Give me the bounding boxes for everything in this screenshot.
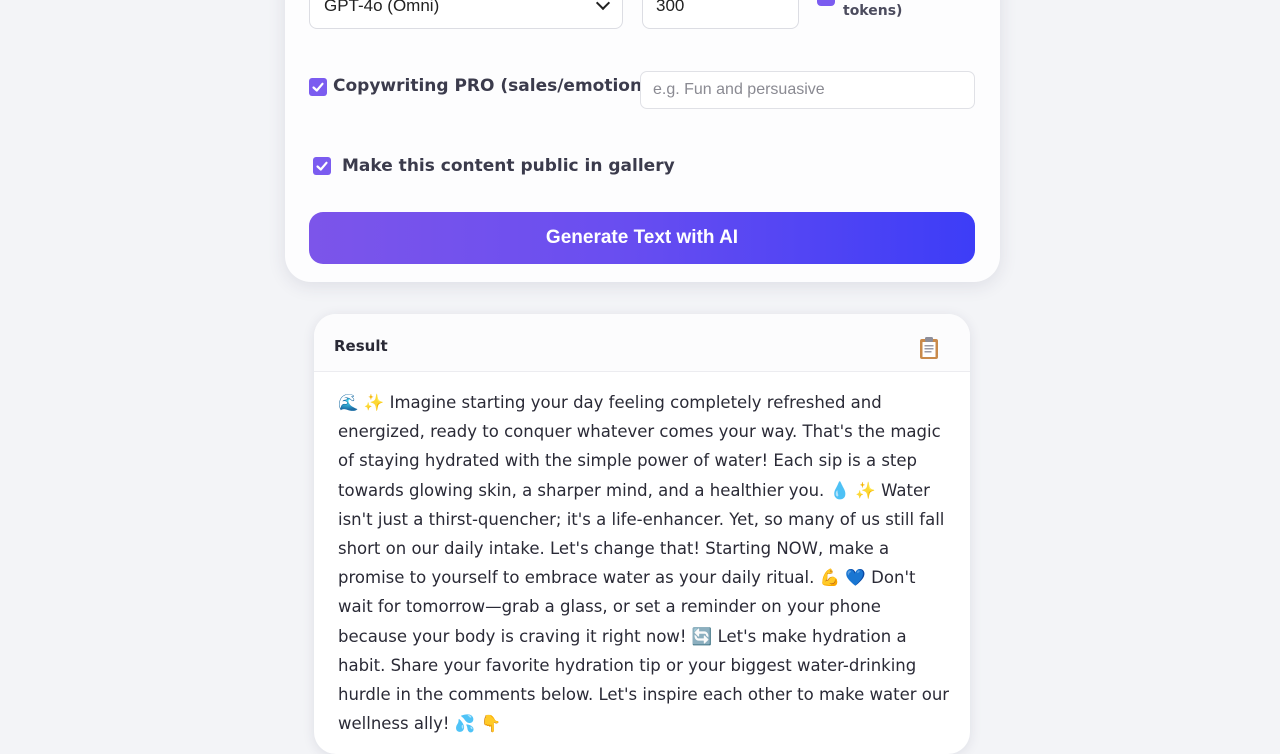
result-card: Result 🌊 ✨ Imagine starting your day fee… (314, 314, 970, 754)
checkmark-icon (316, 161, 328, 171)
copywriting-pro-label: Copywriting PRO (sales/emotional) (333, 76, 668, 96)
max-tokens-value: 300 (656, 0, 685, 15)
limit-tokens-label: (limit to 300 tokens) (843, 3, 903, 19)
result-header: Result (314, 314, 970, 372)
copy-result-button[interactable] (918, 336, 940, 360)
checkmark-icon (312, 82, 324, 92)
result-title: Result (334, 337, 388, 355)
result-text: 🌊 ✨ Imagine starting your day feeling co… (338, 393, 950, 734)
generate-text-button[interactable]: Generate Text with AI (309, 212, 975, 264)
chevron-down-icon (595, 0, 611, 11)
tone-input[interactable] (640, 71, 975, 109)
max-tokens-input[interactable]: 300 (642, 0, 799, 29)
limit-tokens-checkbox[interactable] (817, 0, 835, 6)
model-select-value: GPT-4o (Omni) (324, 0, 440, 15)
public-gallery-checkbox[interactable] (313, 157, 331, 175)
model-select[interactable]: GPT-4o (Omni) (309, 0, 623, 29)
public-gallery-label: Make this content public in gallery (342, 156, 675, 176)
clipboard-icon (920, 337, 938, 359)
copywriting-pro-checkbox[interactable] (309, 78, 327, 96)
